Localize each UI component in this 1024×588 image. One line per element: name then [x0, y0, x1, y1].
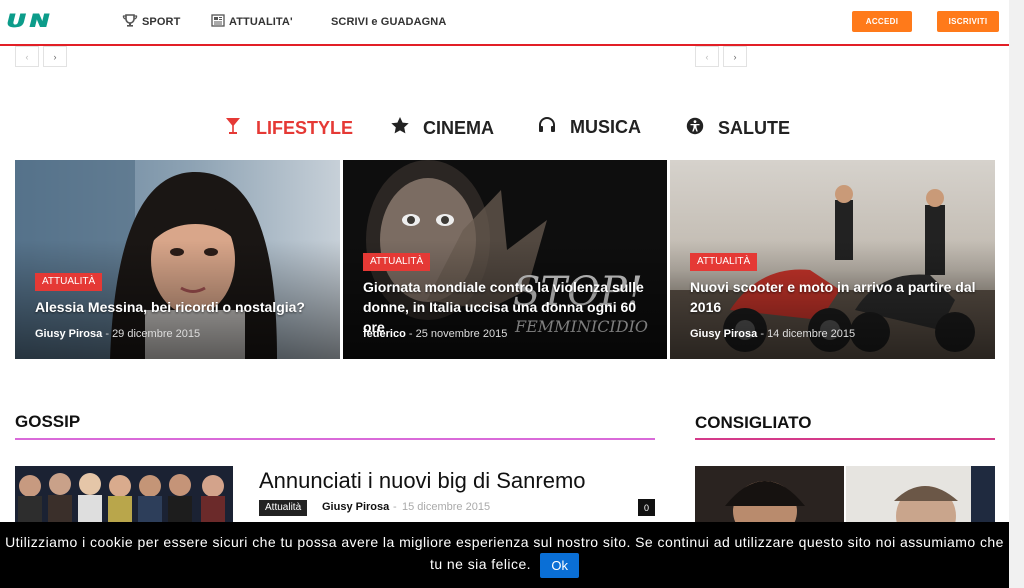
register-button[interactable]: ISCRIVITI [937, 11, 999, 32]
page: UN SPORT ATTUALITA' SCRIVI e GUADAGNA AC… [0, 0, 1024, 588]
tab-salute-label: SALUTE [718, 118, 790, 138]
featured-card[interactable]: STOP! FEMMINICIDIO ATTUALITÀ Giornata mo… [343, 160, 667, 359]
featured-meta: federico - 25 novembre 2015 [363, 328, 507, 340]
prev-page-button[interactable]: ‹ [15, 46, 39, 67]
block-pager-right: ‹ › [695, 46, 747, 67]
block-pager-left: ‹ › [15, 46, 67, 67]
cookie-banner: Utilizziamo i cookie per essere sicuri c… [0, 522, 1009, 588]
next-page-button[interactable]: › [43, 46, 67, 67]
meta-separator: - [408, 328, 416, 340]
tab-musica-label: MUSICA [570, 117, 641, 137]
tab-musica[interactable]: MUSICA [538, 117, 641, 138]
article-date: 15 dicembre 2015 [402, 501, 491, 513]
post-date: 14 dicembre 2015 [767, 328, 856, 340]
trophy-icon [122, 14, 138, 30]
post-date: 25 novembre 2015 [415, 328, 508, 340]
author-name[interactable]: federico [363, 328, 406, 340]
category-badge[interactable]: ATTUALITÀ [363, 253, 431, 271]
featured-card[interactable]: ATTUALITÀ Nuovi scooter e moto in arrivo… [670, 160, 995, 359]
featured-card[interactable]: ATTUALITÀ Alessia Messina, bei ricordi o… [15, 160, 340, 359]
featured-title[interactable]: Nuovi scooter e moto in arrivo a partire… [690, 277, 980, 317]
newspaper-icon [211, 14, 225, 30]
section-title-consigliato[interactable]: CONSIGLIATO [695, 413, 812, 433]
prev-page-button[interactable]: ‹ [695, 46, 719, 67]
scrollbar[interactable] [1009, 0, 1024, 588]
section-divider [695, 438, 995, 440]
category-badge[interactable]: ATTUALITÀ [35, 273, 103, 291]
cocktail-icon [224, 117, 242, 140]
accessibility-icon [686, 117, 704, 140]
nav-scrivi-label: SCRIVI e GUADAGNA [331, 16, 447, 28]
nav-sport-label: SPORT [142, 16, 181, 28]
category-badge[interactable]: ATTUALITÀ [690, 253, 758, 271]
star-icon [391, 117, 409, 139]
article-thumbnail[interactable] [15, 466, 233, 522]
tab-cinema-label: CINEMA [423, 117, 494, 138]
author-name[interactable]: Giusy Pirosa [35, 328, 102, 340]
next-page-button[interactable]: › [723, 46, 747, 67]
tab-lifestyle[interactable]: LIFESTYLE [224, 117, 353, 140]
recommended-thumbnail[interactable] [846, 466, 995, 522]
tab-lifestyle-label: LIFESTYLE [256, 118, 354, 138]
section-title-gossip[interactable]: GOSSIP [15, 412, 80, 432]
login-button[interactable]: ACCEDI [852, 11, 912, 32]
nav-sport[interactable]: SPORT [122, 14, 180, 30]
cookie-ok-button[interactable]: Ok [540, 553, 579, 578]
post-date: 29 dicembre 2015 [112, 328, 201, 340]
article-category[interactable]: Attualità [259, 500, 308, 516]
nav-attualita-label: ATTUALITA' [229, 16, 293, 28]
site-header: UN SPORT ATTUALITA' SCRIVI e GUADAGNA AC… [0, 0, 1009, 46]
featured-title[interactable]: Alessia Messina, bei ricordi o nostalgia… [35, 297, 325, 317]
section-divider [15, 438, 655, 440]
tab-cinema[interactable]: CINEMA [391, 117, 494, 139]
headphones-icon [538, 117, 556, 138]
nav-scrivi-guadagna[interactable]: SCRIVI e GUADAGNA [331, 14, 446, 30]
tab-salute[interactable]: SALUTE [686, 117, 790, 140]
article-author[interactable]: Giusy Pirosa [322, 501, 389, 513]
cookie-text: Utilizziamo i cookie per essere sicuri c… [5, 534, 1004, 573]
article-meta-separator: - [393, 501, 397, 513]
site-logo[interactable]: UN [6, 12, 109, 31]
nav-attualita[interactable]: ATTUALITA' [211, 14, 293, 30]
featured-meta: Giusy Pirosa - 29 dicembre 2015 [35, 328, 200, 340]
article-title[interactable]: Annunciati i nuovi big di Sanremo [259, 468, 586, 494]
comment-count[interactable]: 0 [638, 499, 655, 516]
recommended-thumbnail[interactable] [695, 466, 844, 522]
category-tabs: LIFESTYLE CINEMA MUSICA SALUTE [0, 117, 1009, 141]
author-name[interactable]: Giusy Pirosa [690, 328, 757, 340]
featured-meta: Giusy Pirosa - 14 dicembre 2015 [690, 328, 855, 340]
